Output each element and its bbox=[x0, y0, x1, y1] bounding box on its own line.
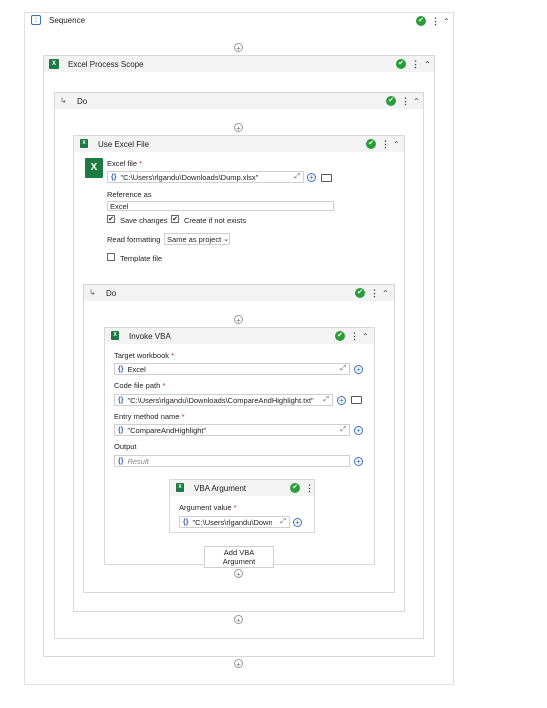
invoke-vba-icon: X bbox=[111, 331, 119, 340]
do-inner-valid-icon: ✔ bbox=[355, 288, 365, 298]
create-if-not-exists-checkbox[interactable]: ✔ bbox=[171, 215, 179, 223]
vba-argument-title: VBA Argument bbox=[194, 484, 247, 493]
excel-scope-menu-icon[interactable]: ⋮ bbox=[411, 59, 420, 69]
template-file-label: Template file bbox=[120, 254, 163, 263]
excel-scope-valid-icon: ✔ bbox=[396, 59, 406, 69]
entry-method-value: "CompareAndHighlight" bbox=[127, 425, 207, 435]
do-outer-valid-icon: ✔ bbox=[386, 96, 396, 106]
do-outer-collapse-icon[interactable]: ⌃ bbox=[413, 98, 420, 106]
read-formatting-label: Read formatting bbox=[107, 235, 161, 244]
excel-scope-collapse-icon[interactable]: ⌃ bbox=[424, 61, 431, 69]
do-outer-title: Do bbox=[77, 97, 88, 106]
output-label: Output bbox=[114, 442, 137, 451]
entry-method-expand-icon[interactable]: ⤢ bbox=[340, 426, 349, 434]
do-outer-header[interactable]: ↳ Do ✔ ⋮ ⌃ bbox=[55, 93, 423, 109]
vba-argument-header[interactable]: X VBA Argument ✔ ⋮ bbox=[170, 480, 314, 496]
add-activity-plus-4[interactable]: + bbox=[234, 569, 243, 579]
invoke-vba-header[interactable]: X Invoke VBA ✔ ⋮ ⌃ bbox=[105, 328, 374, 344]
sequence-title: Sequence bbox=[49, 16, 86, 25]
excel-file-add-icon[interactable]: + bbox=[307, 173, 316, 182]
excel-file-field[interactable]: {} "C:\Users\rlgandu\Downloads\Dump.xlsx… bbox=[107, 171, 304, 183]
target-workbook-add-icon[interactable]: + bbox=[354, 365, 363, 374]
argument-value-value: "C:\Users\rlgandu\Downloads\ bbox=[192, 517, 273, 527]
sequence-header[interactable]: ⋮ Sequence ✔ ⋮ ⌃ bbox=[25, 13, 453, 29]
create-if-not-exists-label: Create if not exists bbox=[184, 216, 247, 225]
output-add-icon[interactable]: + bbox=[354, 457, 363, 466]
use-excel-header[interactable]: X Use Excel File ✔ ⋮ ⌃ bbox=[74, 136, 404, 152]
add-activity-plus-5[interactable]: + bbox=[234, 615, 243, 625]
excel-file-expression-icon: {} bbox=[111, 173, 117, 181]
sequence-icon: ⋮ bbox=[31, 15, 41, 25]
argument-value-field[interactable]: {} "C:\Users\rlgandu\Downloads\ ⤢ bbox=[179, 516, 290, 528]
code-file-path-label: Code file path * bbox=[114, 381, 166, 390]
invoke-vba-menu-icon[interactable]: ⋮ bbox=[350, 331, 359, 341]
read-formatting-dropdown[interactable]: Same as project ⌄ bbox=[164, 233, 230, 245]
save-changes-checkbox[interactable]: ✔ bbox=[107, 215, 115, 223]
read-formatting-chevron-icon: ⌄ bbox=[223, 236, 230, 243]
use-excel-small-icon: X bbox=[80, 139, 88, 148]
vba-argument-menu-icon[interactable]: ⋮ bbox=[305, 483, 314, 493]
argument-value-expand-icon[interactable]: ⤢ bbox=[280, 518, 289, 526]
target-workbook-label: Target workbook * bbox=[114, 351, 175, 360]
entry-method-field[interactable]: {} "CompareAndHighlight" ⤢ bbox=[114, 424, 350, 436]
sequence-menu-icon[interactable]: ⋮ bbox=[431, 16, 440, 26]
excel-scope-title: Excel Process Scope bbox=[68, 60, 144, 69]
target-workbook-field[interactable]: {} Excel ⤢ bbox=[114, 363, 350, 375]
do-inner-menu-icon[interactable]: ⋮ bbox=[370, 288, 379, 298]
invoke-vba-collapse-icon[interactable]: ⌃ bbox=[362, 333, 369, 341]
reference-as-field[interactable]: Excel bbox=[107, 201, 334, 211]
excel-file-expand-icon[interactable]: ⤢ bbox=[294, 173, 303, 181]
save-changes-label: Save changes bbox=[120, 216, 168, 225]
add-activity-plus-3[interactable]: + bbox=[234, 315, 243, 325]
vba-argument-icon: X bbox=[176, 483, 184, 492]
add-activity-plus-1[interactable]: + bbox=[234, 43, 243, 53]
add-vba-argument-button[interactable]: Add VBA Argument bbox=[204, 546, 274, 568]
do-inner-header[interactable]: ↳ Do ✔ ⋮ ⌃ bbox=[84, 285, 394, 301]
excel-logo-icon: X bbox=[85, 158, 103, 178]
invoke-vba-valid-icon: ✔ bbox=[335, 331, 345, 341]
sequence-collapse-icon[interactable]: ⌃ bbox=[443, 18, 450, 26]
sequence-valid-icon: ✔ bbox=[416, 16, 426, 26]
target-workbook-expression-icon: {} bbox=[118, 365, 124, 373]
argument-value-expression-icon: {} bbox=[183, 518, 189, 526]
entry-method-add-icon[interactable]: + bbox=[354, 426, 363, 435]
excel-scope-icon: X bbox=[49, 59, 59, 69]
code-file-path-value: "C:\Users\rlgandu\Downloads\CompareAndHi… bbox=[127, 395, 314, 405]
use-excel-collapse-icon[interactable]: ⌃ bbox=[393, 141, 400, 149]
code-file-path-field[interactable]: {} "C:\Users\rlgandu\Downloads\CompareAn… bbox=[114, 394, 333, 406]
use-excel-valid-icon: ✔ bbox=[366, 139, 376, 149]
do-outer-arrow-icon: ↳ bbox=[60, 96, 67, 105]
excel-scope-header[interactable]: X Excel Process Scope ✔ ⋮ ⌃ bbox=[44, 56, 434, 72]
code-file-path-expression-icon: {} bbox=[118, 396, 124, 404]
reference-as-label: Reference as bbox=[107, 190, 152, 199]
code-file-path-add-icon[interactable]: + bbox=[337, 396, 346, 405]
do-inner-collapse-icon[interactable]: ⌃ bbox=[382, 290, 389, 298]
code-file-path-browse-folder-icon[interactable] bbox=[351, 396, 362, 404]
do-outer-menu-icon[interactable]: ⋮ bbox=[401, 96, 410, 106]
use-excel-title: Use Excel File bbox=[98, 140, 150, 149]
reference-as-value: Excel bbox=[110, 201, 129, 211]
excel-file-label: Excel file * bbox=[107, 159, 143, 168]
excel-file-value: "C:\Users\rlgandu\Downloads\Dump.xlsx" bbox=[120, 172, 259, 182]
use-excel-menu-icon[interactable]: ⋮ bbox=[381, 139, 390, 149]
do-inner-arrow-icon: ↳ bbox=[89, 288, 96, 297]
template-file-checkbox[interactable] bbox=[107, 253, 115, 261]
output-field[interactable]: {} Result bbox=[114, 455, 350, 467]
invoke-vba-title: Invoke VBA bbox=[129, 332, 171, 341]
entry-method-label: Entry method name * bbox=[114, 412, 185, 421]
code-file-path-expand-icon[interactable]: ⤢ bbox=[323, 396, 332, 404]
output-expression-icon: {} bbox=[118, 457, 124, 465]
excel-file-browse-folder-icon[interactable] bbox=[321, 174, 332, 182]
entry-method-expression-icon: {} bbox=[118, 426, 124, 434]
target-workbook-expand-icon[interactable]: ⤢ bbox=[340, 365, 349, 373]
add-activity-plus-2[interactable]: + bbox=[234, 123, 243, 133]
vba-argument-valid-icon: ✔ bbox=[290, 483, 300, 493]
target-workbook-value: Excel bbox=[127, 364, 146, 374]
argument-value-label: Argument value * bbox=[179, 503, 237, 512]
output-placeholder: Result bbox=[127, 456, 149, 466]
add-activity-plus-6[interactable]: + bbox=[234, 659, 243, 669]
do-inner-title: Do bbox=[106, 289, 117, 298]
argument-value-add-icon[interactable]: + bbox=[293, 518, 302, 527]
read-formatting-value: Same as project bbox=[167, 234, 222, 244]
